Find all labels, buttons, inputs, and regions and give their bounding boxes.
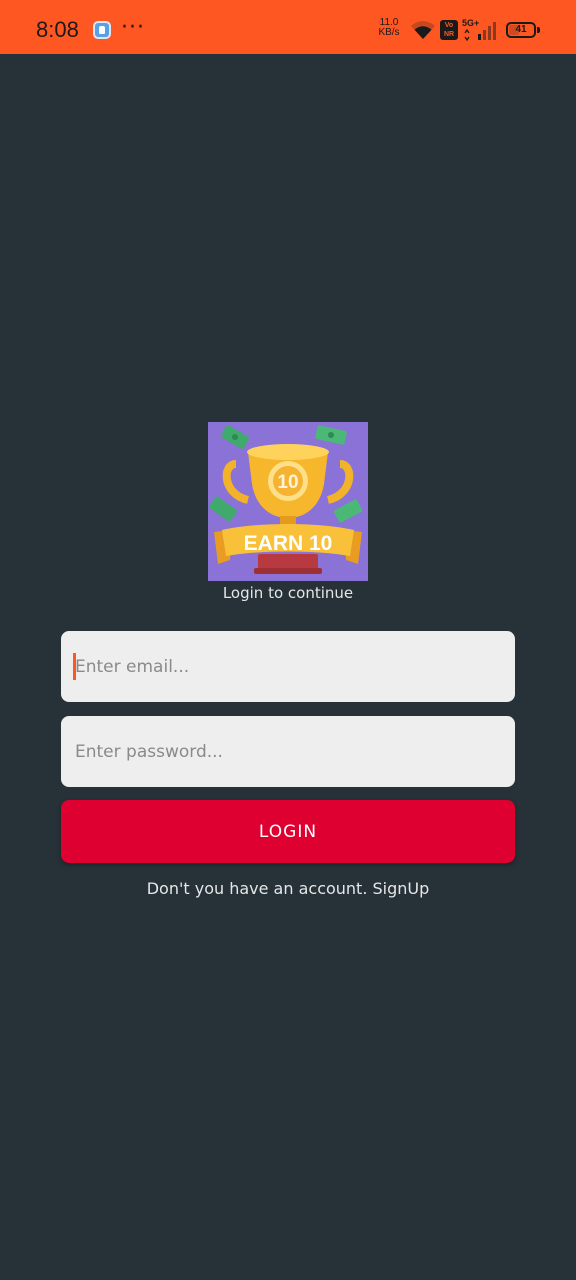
email-input[interactable] bbox=[61, 631, 515, 702]
logo-coin-text: 10 bbox=[277, 472, 298, 493]
network-speed: 11.0 KB/s bbox=[373, 18, 405, 38]
signal-icon bbox=[464, 22, 496, 41]
login-subtitle: Login to continue bbox=[222, 584, 354, 602]
battery-cap bbox=[537, 27, 540, 33]
status-bar: 8:08 ··· 11.0 KB/s Vo NR 5G+ 41 bbox=[0, 0, 576, 54]
status-time: 8:08 bbox=[36, 17, 79, 42]
logo-text: EARN 10 bbox=[244, 532, 333, 555]
signup-prompt-row: Don't you have an account. SignUp bbox=[0, 879, 576, 898]
network-speed-unit: KB/s bbox=[378, 27, 400, 38]
battery-icon: 41 bbox=[506, 22, 536, 38]
app-logo: 10 EARN 10 bbox=[208, 422, 368, 581]
app-notification-icon bbox=[93, 21, 111, 39]
password-input[interactable] bbox=[61, 716, 515, 787]
text-cursor bbox=[73, 653, 76, 680]
volte-icon: Vo NR bbox=[440, 20, 458, 40]
wifi-icon bbox=[411, 21, 435, 39]
login-button[interactable]: LOGIN bbox=[61, 800, 515, 863]
signup-link[interactable]: SignUp bbox=[373, 879, 430, 898]
signup-prompt: Don't you have an account. bbox=[146, 879, 368, 898]
more-notifications-icon: ··· bbox=[121, 15, 145, 40]
battery-level: 41 bbox=[515, 24, 527, 35]
